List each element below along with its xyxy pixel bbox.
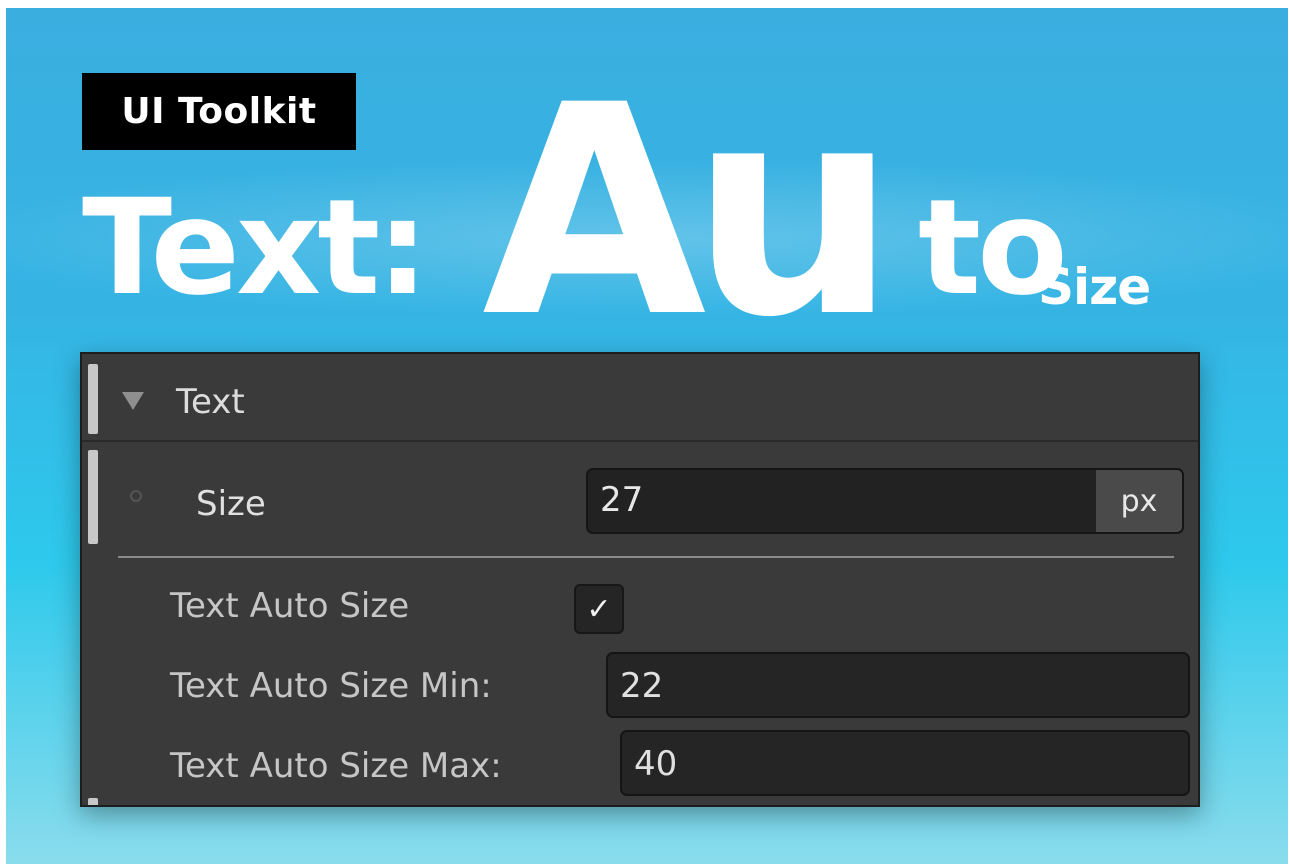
headline-prefix: Text: [82, 171, 429, 325]
triangle-down-icon[interactable] [122, 392, 144, 410]
override-bar [88, 450, 98, 544]
checkmark-icon: ✓ [586, 591, 612, 627]
override-bar [88, 798, 98, 805]
text-auto-size-min-input[interactable]: 22 [606, 652, 1190, 718]
unit-label: px [1120, 483, 1158, 519]
section-title: Text [176, 382, 245, 422]
text-auto-size-min-label: Text Auto Size Min: [170, 666, 492, 706]
size-value: 27 [600, 480, 644, 520]
headline-small: Size [1038, 258, 1151, 316]
text-auto-size-max-input[interactable]: 40 [620, 730, 1190, 796]
max-value: 40 [634, 744, 678, 784]
divider [118, 556, 1174, 558]
text-auto-size-checkbox[interactable]: ✓ [574, 584, 624, 634]
size-label: Size [196, 484, 266, 524]
text-foldout-header[interactable]: Text [82, 354, 1198, 442]
inspector-panel: Text Size 27 px Text Auto Size ✓ Text Au… [80, 352, 1200, 807]
size-input[interactable]: 27 px [586, 468, 1184, 534]
text-auto-size-label: Text Auto Size [170, 586, 410, 626]
headline-big: Au [482, 44, 897, 381]
unit-dropdown[interactable]: px [1096, 470, 1182, 532]
min-value: 22 [620, 666, 664, 706]
circle-icon[interactable] [130, 490, 142, 502]
text-auto-size-max-label: Text Auto Size Max: [170, 746, 502, 786]
promo-banner: UI Toolkit Text: Au to Size Text Size 27… [6, 8, 1288, 864]
headline: Text: Au to Size [6, 8, 1288, 358]
